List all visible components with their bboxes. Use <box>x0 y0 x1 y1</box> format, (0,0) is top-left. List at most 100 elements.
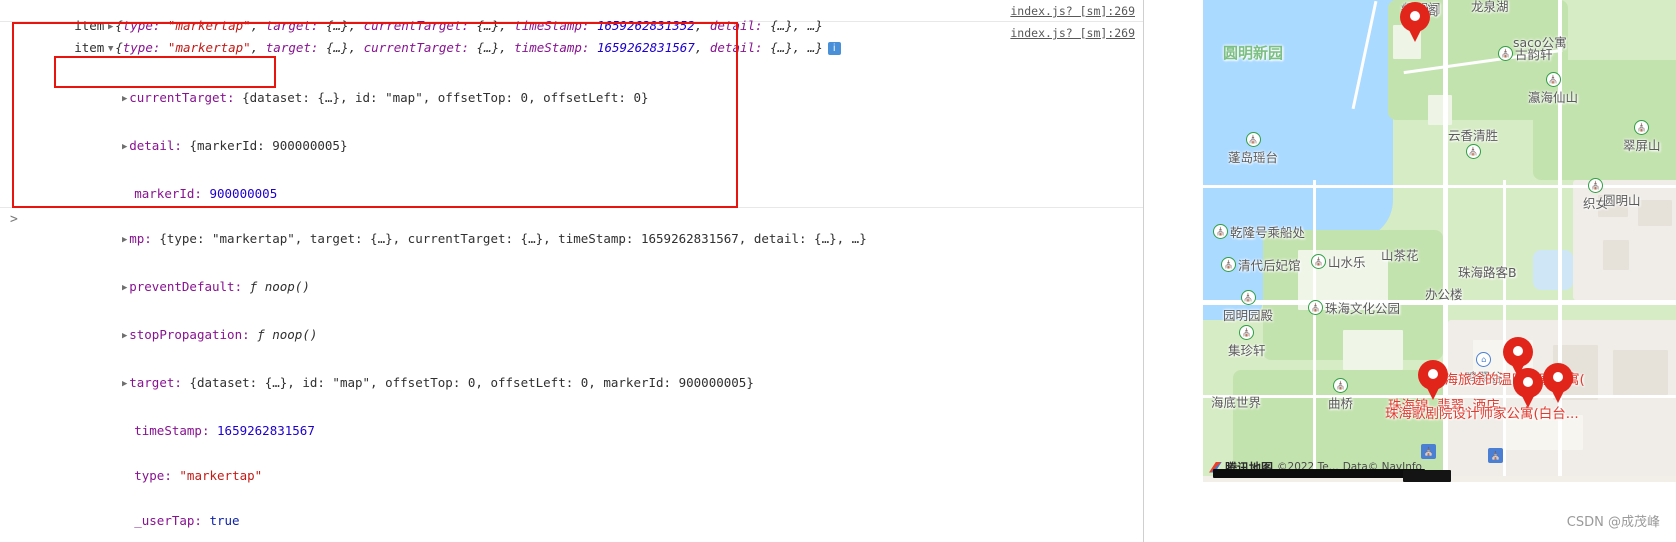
poi-qianlonghao[interactable]: ⛪ 乾隆号乘船处 <box>1213 222 1305 241</box>
prop-row-currenttarget[interactable]: ▶ currentTarget: {dataset: {…}, id: "map"… <box>0 75 1143 123</box>
map-building <box>1428 95 1452 125</box>
map-marker-pin[interactable] <box>1418 360 1448 400</box>
info-badge-icon[interactable]: i <box>827 42 841 55</box>
prop-key: timeStamp: <box>134 423 210 438</box>
expand-triangle-icon[interactable]: ▶ <box>120 377 129 392</box>
pin-hole <box>1428 369 1438 379</box>
poi-cuipingshan[interactable]: ⛪ 翠屏山 <box>1623 120 1661 154</box>
object-summary: {type: "markertap", target: {…}, current… <box>115 40 823 55</box>
prop-value: ƒ noop() <box>249 279 310 294</box>
temple-icon: ⛪ <box>1333 378 1348 393</box>
map-building <box>1343 330 1403 370</box>
expand-triangle-icon[interactable]: ▶ <box>120 92 129 107</box>
map-marker-pin[interactable] <box>1513 368 1543 408</box>
pin-hole <box>1523 377 1533 387</box>
prop-value: {dataset: {…}, id: "map", offsetTop: 0, … <box>189 375 754 390</box>
prop-row-target[interactable]: ▶ target: {dataset: {…}, id: "map", offse… <box>0 360 1143 408</box>
poi-jizhenxuan[interactable]: ⛪ 集珍轩 <box>1228 325 1266 359</box>
poi-square-icon-2[interactable]: ⛪ <box>1421 444 1436 459</box>
poi-pengdaoyaotai[interactable]: ⛪ 蓬岛瑶台 <box>1228 132 1278 166</box>
redaction-bar <box>1213 469 1425 478</box>
poi-quqiao[interactable]: ⛪ 曲桥 <box>1328 378 1353 412</box>
prop-value: "markertap" <box>179 468 263 483</box>
poi-yinghaixianshan[interactable]: ⛪ 瀛海仙山 <box>1528 72 1578 106</box>
map-pane[interactable]: 辉澜阁 辉澜阁 龙泉湖 圆明新园 saco公寓 ⛪ 古韵轩 <box>1203 0 1676 542</box>
temple-icon: ⛪ <box>1634 120 1650 135</box>
console-prompt-row[interactable]: > <box>0 208 1143 232</box>
console-log-row-expanded[interactable]: item ▼ {type: "markertap", target: {…}, cu… <box>0 22 1143 528</box>
map-water-pond <box>1533 250 1573 290</box>
prop-value: {dataset: {…}, id: "map", offsetTop: 0, … <box>242 90 649 105</box>
expand-triangle-icon[interactable]: ▶ <box>120 233 129 248</box>
prop-key: detail: <box>129 138 182 153</box>
object-ellipsis: …} <box>807 40 823 55</box>
poi-zhuhailuke[interactable]: 珠海路客B <box>1458 262 1517 281</box>
temple-icon: ⛪ <box>1240 290 1256 305</box>
poi-guyunxuan[interactable]: ⛪ 古韵轩 <box>1498 44 1553 63</box>
temple-icon: ⛪ <box>1221 257 1236 272</box>
prop-row-preventdefault[interactable]: ▶ preventDefault: ƒ noop() <box>0 264 1143 312</box>
prop-row-type[interactable]: type: "markertap" <box>0 453 1143 498</box>
poi-area-label: 圆明新园 <box>1223 42 1283 63</box>
prop-row-stoppropagation[interactable]: ▶ stopPropagation: ƒ noop() <box>0 312 1143 360</box>
prop-key: type: <box>134 468 172 483</box>
poi-label: 蓬岛瑶台 <box>1228 150 1279 165</box>
prop-key-type: type: <box>122 40 161 55</box>
prop-key: stopPropagation: <box>129 327 250 342</box>
temple-icon: ⛪ <box>1239 325 1255 340</box>
poi-bangonglou[interactable]: 办公楼 <box>1425 284 1463 303</box>
poi-shanchahua[interactable]: 山茶花 <box>1381 245 1419 264</box>
pin-hole <box>1513 346 1523 356</box>
poi-longquanhu[interactable]: 龙泉湖 <box>1471 0 1509 15</box>
poi-yuanmingshan[interactable]: 圆明山 <box>1603 190 1641 209</box>
map-building <box>1613 350 1668 395</box>
map-road-minor <box>1313 180 1316 476</box>
expand-triangle-icon[interactable]: ▶ <box>120 281 129 296</box>
prop-value: true <box>209 513 240 528</box>
poi-label: 海底世界 <box>1211 395 1262 410</box>
poi-label: 曲桥 <box>1328 396 1354 411</box>
collapse-triangle-icon[interactable]: ▼ <box>106 42 115 57</box>
poi-yunxiangqingsheng[interactable]: 云香清胜 ⛪ <box>1448 125 1498 159</box>
prop-value: 1659262831567 <box>217 423 315 438</box>
poi-zhuhaiwenhuagongyuan[interactable]: ⛪ 珠海文化公园 <box>1308 298 1400 317</box>
prop-row-usertap[interactable]: _userTap: true <box>0 498 1143 542</box>
poi-label: 古韵轩 <box>1515 47 1553 62</box>
poi-label: 办公楼 <box>1425 287 1463 302</box>
map-marker-pin[interactable] <box>1400 2 1430 42</box>
prop-key-currenttarget: currentTarget: <box>363 40 469 55</box>
poi-label: 清代后妃馆 <box>1238 258 1301 273</box>
prop-row-detail[interactable]: ▶ detail: {markerId: 900000005} <box>0 123 1143 171</box>
source-link[interactable]: index.js? [sm]:269 <box>1010 4 1135 18</box>
source-link[interactable]: index.js? [sm]:269 <box>1010 26 1135 40</box>
prop-val-timestamp: 1659262831567 <box>596 40 695 55</box>
poi-label: 珠海路客B <box>1458 265 1517 280</box>
pin-tail <box>1518 388 1538 408</box>
redaction-bar-small <box>1403 470 1451 482</box>
expand-triangle-icon[interactable]: ▶ <box>120 329 129 344</box>
prop-key: _userTap: <box>134 513 202 528</box>
prop-val-type: "markertap" <box>167 40 251 55</box>
prop-key-target: target: <box>265 40 319 55</box>
map-area-label: 圆明新园 <box>1223 44 1284 62</box>
poi-haidishijie[interactable]: 海底世界 <box>1211 392 1261 411</box>
temple-icon: ⛪ <box>1311 254 1326 269</box>
log-label: item <box>74 40 105 55</box>
screenshot-root: item ▶ {type: "markertap", target: {…}, cu… <box>0 0 1676 542</box>
poi-shanshuile[interactable]: ⛪ 山水乐 <box>1311 252 1366 271</box>
poi-yuanmingyuandian[interactable]: ⛪ 园明园殿 <box>1223 290 1273 324</box>
expand-triangle-icon[interactable]: ▶ <box>120 140 129 155</box>
poi-label: 珠海歌剧院设计师家公寓(白台... <box>1385 406 1579 422</box>
map-marker-pin[interactable] <box>1543 363 1573 403</box>
home-icon: ⌂ <box>1476 352 1492 367</box>
poi-opera-apartment[interactable]: 珠海歌剧院设计师家公寓(白台... <box>1385 402 1579 422</box>
pin-hole <box>1410 11 1420 21</box>
poi-qingdaihoufeiguan[interactable]: ⛪ 清代后妃馆 <box>1221 255 1301 274</box>
info-square-icon: ⛪ <box>1421 444 1436 459</box>
prop-key: mp: <box>129 231 152 246</box>
poi-label: 集珍轩 <box>1228 343 1266 358</box>
console-log-row[interactable]: item ▶ {type: "markertap", target: {…}, cu… <box>0 0 1143 33</box>
poi-label: 山水乐 <box>1328 255 1366 270</box>
map-canvas[interactable]: 辉澜阁 辉澜阁 龙泉湖 圆明新园 saco公寓 ⛪ 古韵轩 <box>1203 0 1676 476</box>
prop-row-timestamp[interactable]: timeStamp: 1659262831567 <box>0 408 1143 453</box>
